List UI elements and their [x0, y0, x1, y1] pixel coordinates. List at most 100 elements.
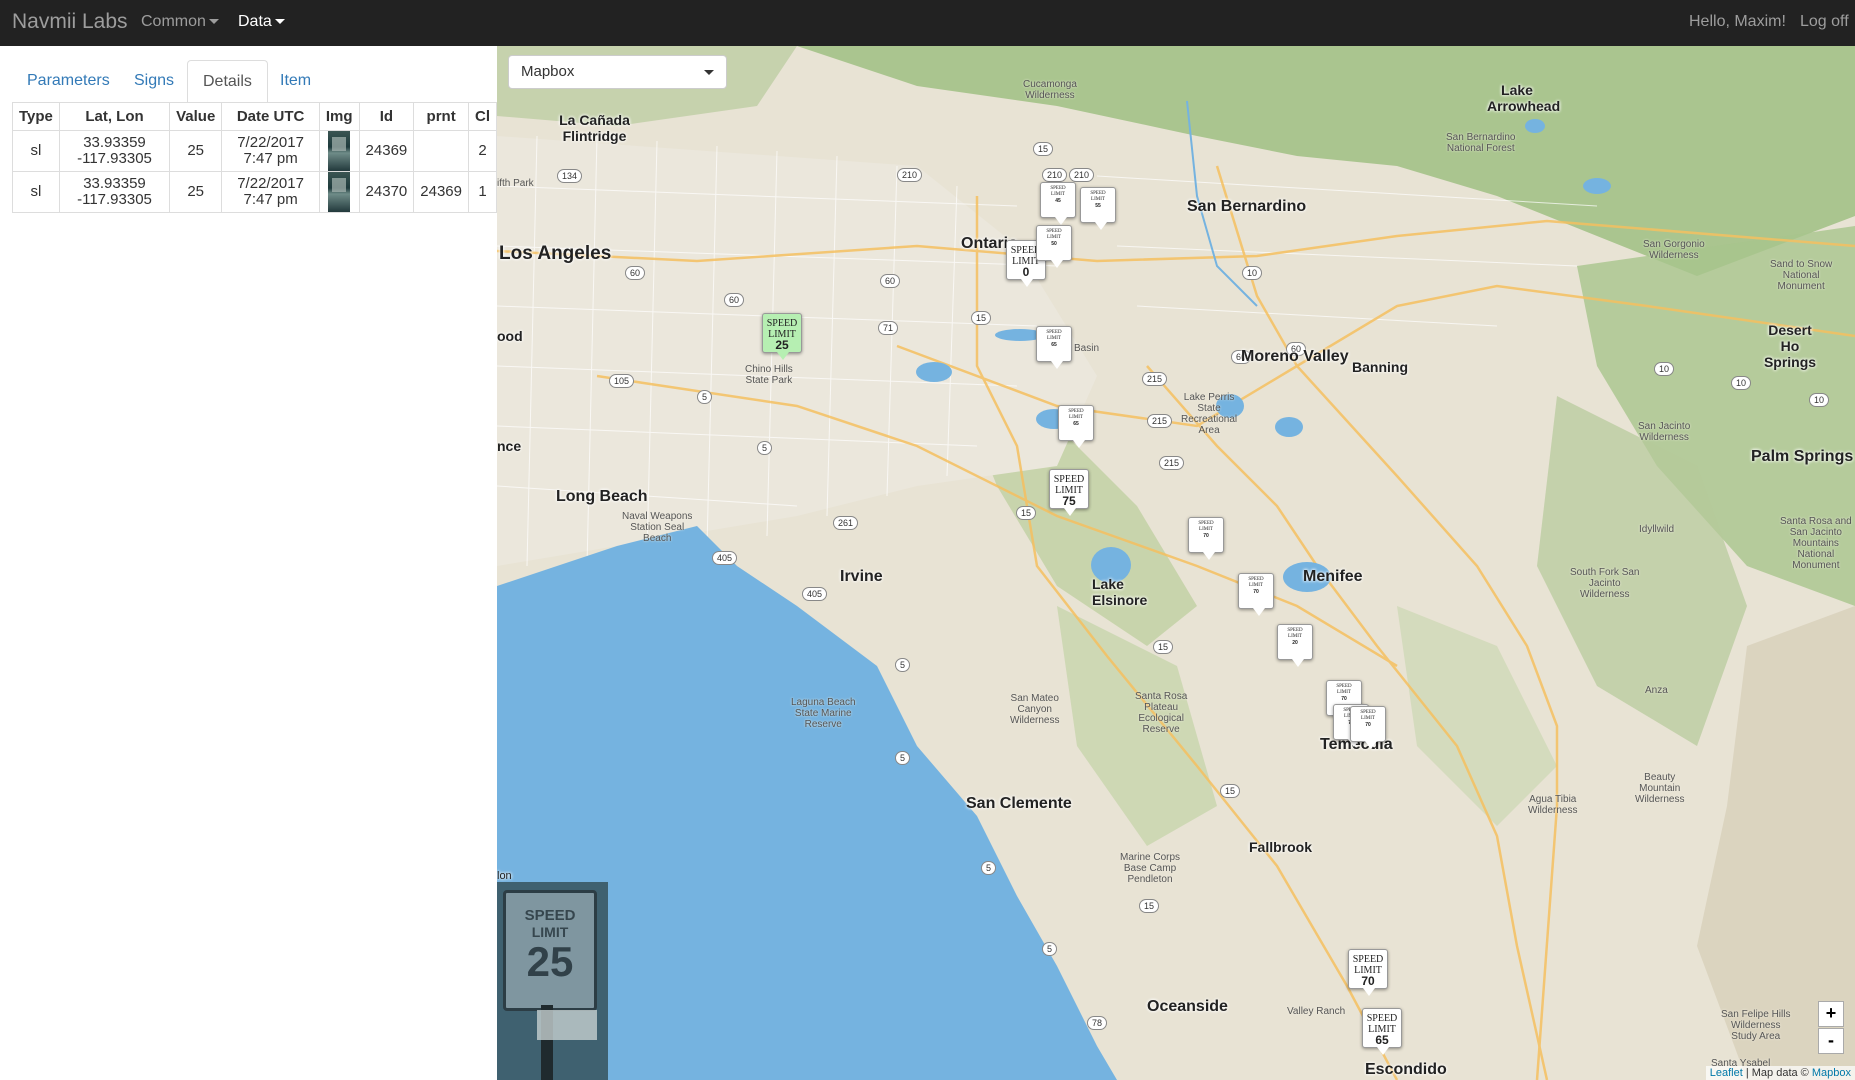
- city-label: La Cañada Flintridge: [559, 112, 630, 144]
- zoom-in-button[interactable]: +: [1818, 1001, 1844, 1027]
- marker-value: 0: [1022, 265, 1030, 279]
- marker-line1: SPEED: [766, 318, 798, 329]
- marker-line1: SPEED: [1068, 409, 1084, 414]
- cell-id: 24370: [358, 171, 415, 213]
- map-view[interactable]: 210 210 210 134 15 60 60 60 10 10 10 10 …: [497, 46, 1855, 1080]
- region-label: Idyllwild: [1639, 524, 1675, 535]
- region-label: Santa Rosa and San Jacinto Mountains Nat…: [1780, 516, 1852, 571]
- table-header-row: Type Lat, Lon Value Date UTC Img Id prnt…: [12, 102, 498, 131]
- speed-limit-sign-image: SPEED LIMIT 25: [503, 890, 597, 1011]
- menu-common-label: Common: [141, 13, 206, 30]
- speed-sign-marker[interactable]: SPEED LIMIT 50: [1036, 225, 1072, 268]
- marker-line1: SPEED: [1050, 186, 1066, 191]
- logoff-link[interactable]: Log off: [1800, 13, 1849, 31]
- road-shield: 10: [1654, 362, 1675, 376]
- speed-sign-marker[interactable]: SPEED LIMIT 75: [1049, 469, 1089, 516]
- road-shield: 15: [1153, 640, 1174, 654]
- tab-parameters[interactable]: Parameters: [12, 60, 125, 101]
- road-shield: 60: [880, 274, 901, 288]
- region-label: Naval Weapons Station Seal Beach: [622, 511, 693, 544]
- tab-bar: Parameters Signs Details Item: [12, 60, 484, 103]
- leaflet-link[interactable]: Leaflet: [1710, 1067, 1743, 1079]
- zoom-out-button[interactable]: -: [1818, 1028, 1844, 1054]
- speed-sign-marker[interactable]: SPEEDLIMIT70: [1350, 706, 1386, 749]
- marker-value: 25: [775, 338, 789, 352]
- city-label: lon: [497, 870, 512, 882]
- road-shield: 210: [897, 168, 923, 182]
- road-shield: 405: [712, 551, 738, 565]
- marker-value: 70: [1361, 974, 1375, 988]
- speed-sign-marker[interactable]: SPEED LIMIT 25: [762, 313, 802, 360]
- road-shield: 15: [1016, 506, 1037, 520]
- speed-sign-marker[interactable]: SPEED LIMIT 65: [1362, 1008, 1402, 1055]
- region-label: Anza: [1645, 685, 1668, 696]
- map-attribution: Leaflet | Map data © Mapbox: [1705, 1066, 1855, 1080]
- marker-line1: SPEED: [1352, 954, 1384, 965]
- city-label: Lake Elsinore: [1092, 576, 1148, 608]
- region-label: Agua Tibia Wilderness: [1528, 794, 1578, 816]
- marker-value: 65: [1051, 342, 1057, 348]
- speed-sign-marker[interactable]: SPEED LIMIT 55: [1080, 187, 1116, 230]
- marker-value: 70: [1203, 533, 1209, 539]
- top-navbar: Navmii Labs Common Data Hello, Maxim! Lo…: [0, 0, 1855, 46]
- city-label: Irvine: [840, 568, 883, 585]
- city-label: Palm Springs: [1751, 448, 1854, 465]
- header-prnt: prnt: [413, 102, 469, 131]
- city-label: Moreno Valley: [1241, 348, 1349, 365]
- header-id: Id: [358, 102, 415, 131]
- menu-data-label: Data: [238, 13, 272, 30]
- speed-sign-marker[interactable]: SPEED LIMIT 20: [1277, 624, 1313, 667]
- left-panel: Parameters Signs Details Item Type Lat, …: [0, 46, 498, 1080]
- map-basemap: [497, 46, 1855, 1080]
- speed-sign-marker[interactable]: SPEED LIMIT 65: [1036, 326, 1072, 369]
- road-shield: 10: [1731, 376, 1752, 390]
- city-label: Oceanside: [1147, 998, 1228, 1015]
- table-row[interactable]: sl 33.93359 -117.93305 25 7/22/2017 7:47 p…: [12, 171, 498, 213]
- marker-line2: LIMIT: [1199, 527, 1213, 532]
- tab-item[interactable]: Item: [265, 60, 326, 101]
- header-value: Value: [169, 102, 223, 131]
- header-latlon: Lat, Lon: [58, 102, 171, 131]
- user-greeting[interactable]: Hello, Maxim!: [1689, 13, 1786, 31]
- marker-value: 65: [1073, 421, 1079, 427]
- header-type: Type: [12, 102, 60, 131]
- marker-value: 50: [1051, 241, 1057, 247]
- preview-line1: SPEED: [524, 907, 576, 924]
- marker-line2: LIMIT: [1047, 235, 1061, 240]
- tab-signs[interactable]: Signs: [119, 60, 189, 101]
- marker-value: 20: [1292, 640, 1298, 646]
- tab-details[interactable]: Details: [187, 60, 268, 103]
- sign-thumbnail[interactable]: [328, 131, 351, 171]
- marker-line2: LIMIT: [1069, 415, 1083, 420]
- speed-sign-marker[interactable]: SPEEDLIMIT70: [1238, 573, 1274, 616]
- marker-line2: LIMIT: [1288, 634, 1302, 639]
- marker-line2: LIMIT: [1337, 690, 1351, 695]
- cell-type: sl: [12, 171, 60, 213]
- speed-sign-marker[interactable]: SPEEDLIMIT70: [1188, 517, 1224, 560]
- brand-logo[interactable]: Navmii Labs: [12, 10, 128, 34]
- cell-cl: 1: [467, 171, 498, 213]
- speed-sign-marker[interactable]: SPEED LIMIT 45: [1040, 182, 1076, 225]
- sign-thumbnail[interactable]: [328, 172, 351, 212]
- road-shield: 261: [833, 516, 859, 530]
- menu-data[interactable]: Data: [238, 13, 285, 31]
- road-shield: 5: [981, 861, 997, 875]
- cell-date: 7/22/2017 7:47 pm: [221, 130, 320, 172]
- marker-line1: SPEED: [1287, 628, 1303, 633]
- cell-prnt: 24369: [413, 171, 469, 213]
- basemap-dropdown[interactable]: Mapbox: [508, 55, 727, 89]
- table-row[interactable]: sl 33.93359 -117.93305 25 7/22/2017 7:47 p…: [12, 130, 498, 172]
- marker-value: 75: [1062, 494, 1076, 508]
- cell-lat: 33.93359: [83, 134, 146, 151]
- marker-line2: LIMIT: [1047, 336, 1061, 341]
- region-label: San Mateo Canyon Wilderness: [1010, 693, 1060, 726]
- speed-sign-marker[interactable]: SPEEDLIMIT70: [1348, 949, 1388, 996]
- marker-line1: SPEED: [1360, 710, 1376, 715]
- city-label: Banning: [1352, 359, 1408, 375]
- speed-sign-marker[interactable]: SPEED LIMIT 65: [1058, 405, 1094, 448]
- menu-common[interactable]: Common: [141, 13, 219, 31]
- cell-value: 25: [169, 130, 223, 172]
- marker-line2: LIMIT: [1051, 192, 1065, 197]
- mapbox-link[interactable]: Mapbox: [1812, 1067, 1851, 1079]
- marker-value: 65: [1375, 1033, 1389, 1047]
